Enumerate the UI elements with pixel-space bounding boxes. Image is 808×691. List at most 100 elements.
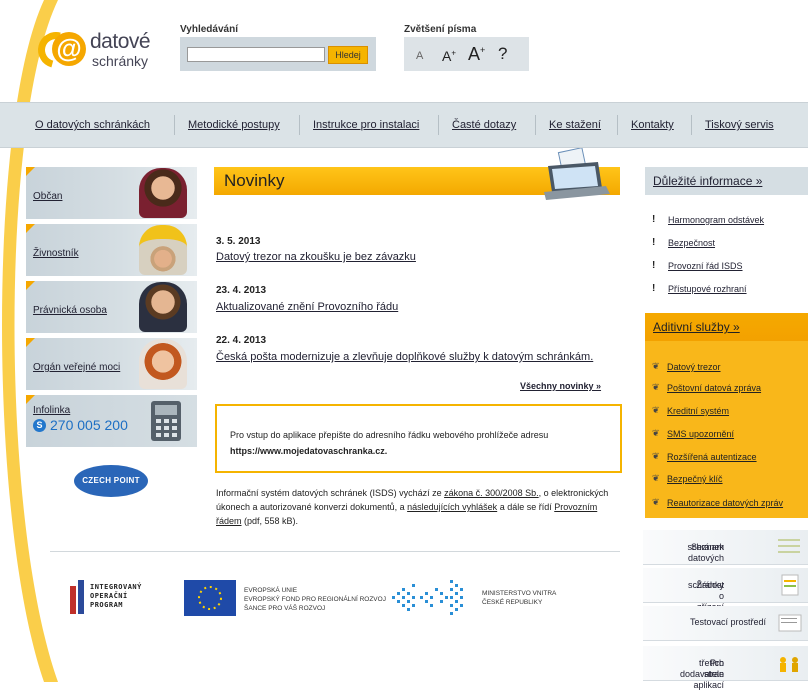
card-citizen[interactable]: Občan [26,167,197,219]
font-largest-button[interactable]: A+ [468,44,485,65]
nav-item-downloads[interactable]: Ke stažení [549,119,601,131]
phone-icon [151,401,181,441]
nav-item-contacts[interactable]: Kontakty [631,119,674,131]
czechpoint-logo[interactable]: CZECH POINT [74,465,148,497]
bullet-icon: ❦ [652,451,660,461]
main-nav: O datových schránkách Metodické postupy … [0,102,808,148]
card-corner [26,338,35,347]
infolinka-card[interactable]: Infolinka S 270 005 200 [26,395,197,447]
box-test-label: Testovací prostředí [689,617,766,627]
box-test-environment[interactable]: Testovací prostředí [643,606,808,641]
news-date-2: 23. 4. 2013 [216,285,267,296]
people-icon [780,657,798,672]
regulations-link[interactable]: následujících vyhlášek [407,502,497,512]
card-legal-entity[interactable]: Právnická osoba [26,281,197,333]
additive-services-panel: Aditivní služby » ❦ Datový trezor ❦ Pošt… [645,313,808,518]
important-link-schedule[interactable]: Harmonogram odstávek [668,215,764,225]
nav-divider [438,115,439,135]
nav-divider [691,115,692,135]
service-link-credit[interactable]: Kreditní systém [667,406,729,416]
nav-divider [535,115,536,135]
ministry-text-1: MINISTERSTVO VNITRA [482,590,557,597]
search-button[interactable]: Hledej [328,46,368,64]
additive-services-title[interactable]: Aditivní služby » [653,320,740,334]
isds-info-paragraph: Informační systém datových schránek (ISD… [216,486,616,528]
news-link-1[interactable]: Datový trezor na zkoušku je bez závazku [216,251,416,263]
help-button[interactable]: ? [498,44,507,64]
bullet-icon: ! [652,260,656,271]
bullet-icon: ❦ [652,361,660,371]
tradesman-photo [139,225,187,275]
ministry-logo[interactable]: MINISTERSTVO VNITRA ČESKÉ REPUBLIKY [392,578,582,620]
card-public-authority[interactable]: Orgán veřejné moci [26,338,197,390]
news-link-2[interactable]: Aktualizované znění Provozního řádu [216,301,398,313]
card-tradesman[interactable]: Živnostník [26,224,197,276]
iop-text-1: INTEGROVANÝ [90,583,142,591]
laptop-envelope-icon [544,148,610,200]
eu-logo[interactable]: EVROPSKÁ UNIE EVROPSKÝ FOND PRO REGIONÁL… [184,580,389,620]
nav-item-press[interactable]: Tiskový servis [705,119,774,131]
box-third-party[interactable]: Pro dodavatele aplikací třetích stran [643,646,808,690]
search-label: Vyhledávání [180,24,238,35]
card-tradesman-label[interactable]: Živnostník [33,248,79,259]
nav-item-faq[interactable]: Časté dotazy [452,119,516,131]
important-link-interface[interactable]: Přístupové rozhraní [668,284,747,294]
important-link-security[interactable]: Bezpečnost [668,238,715,248]
box-line: schránek [687,542,724,552]
news-title: Novinky [224,171,285,190]
notice-url: https://www.mojedatovaschranka.cz. [230,446,388,456]
font-smaller-button[interactable]: A [416,50,423,62]
news-link-3[interactable]: Česká pošta modernizuje a zlevňuje doplň… [216,351,593,363]
additive-services-header[interactable]: Aditivní služby » [645,313,808,341]
info-text: (pdf, 558 kB). [241,516,299,526]
nav-divider [617,115,618,135]
service-link-sms[interactable]: SMS upozornění [667,429,734,439]
footer-divider [50,551,620,552]
font-larger-button[interactable]: A+ [442,48,456,64]
service-link-postal[interactable]: Poštovní datová zpráva [667,383,761,393]
document-icon [778,614,802,632]
nav-item-about[interactable]: O datových schránkách [35,119,150,131]
service-link-reauth[interactable]: Reautorizace datových zpráv [667,498,783,508]
card-corner [26,395,35,404]
nav-divider [299,115,300,135]
search-input[interactable] [187,47,325,62]
box-mailbox-list[interactable]: Seznam datových schránek [643,530,808,565]
all-news-link[interactable]: Všechny novinky » [520,381,601,391]
service-link-auth[interactable]: Rozšířená autentizace [667,452,757,462]
bullet-icon: ! [652,283,656,294]
eu-text-2: EVROPSKÝ FOND PRO REGIONÁLNÍ ROZVOJ [244,596,386,603]
logo[interactable]: @ datové schránky [31,25,168,75]
infolinka-number: 270 005 200 [50,417,128,433]
box-line: schránky [687,580,724,590]
nav-item-install[interactable]: Instrukce pro instalaci [313,119,419,131]
news-date-3: 22. 4. 2013 [216,335,267,346]
eu-text-1: EVROPSKÁ UNIE [244,587,298,594]
important-link-rules[interactable]: Provozní řád ISDS [668,261,743,271]
iop-logo[interactable]: INTEGROVANÝ OPERAČNÍ PROGRAM [70,580,165,620]
bullet-icon: ❦ [652,428,660,438]
important-info-title[interactable]: Důležité informace » [653,174,762,188]
logo-text-line2: schránky [92,53,149,69]
infolinka-label[interactable]: Infolinka [33,405,70,416]
font-largest-label: A [468,44,481,64]
skype-icon: S [33,419,46,432]
bullet-icon: ❦ [652,473,660,483]
important-info-header[interactable]: Důležité informace » [645,167,808,195]
service-link-key[interactable]: Bezpečný klíč [667,474,723,484]
bullet-icon: ❦ [652,497,660,507]
font-size-controls: A A+ A+ ? [404,37,529,71]
card-citizen-label[interactable]: Občan [33,191,62,202]
list-icon [778,539,800,553]
nav-item-methods[interactable]: Metodické postupy [188,119,280,131]
box-request[interactable]: Žádost o zřízení datovéschránky [643,568,808,623]
law-link[interactable]: zákona č. 300/2008 Sb. [444,488,539,498]
font-larger-label: A [442,48,452,64]
info-text: Informační systém datových schránek (ISD… [216,488,445,498]
card-legal-entity-label[interactable]: Právnická osoba [33,305,107,316]
bullet-icon: ❦ [652,382,660,392]
card-public-authority-label[interactable]: Orgán veřejné moci [33,362,120,373]
ministry-text-2: ČESKÉ REPUBLIKY [482,599,543,606]
service-link-vault[interactable]: Datový trezor [667,362,721,372]
official-photo [139,339,187,389]
